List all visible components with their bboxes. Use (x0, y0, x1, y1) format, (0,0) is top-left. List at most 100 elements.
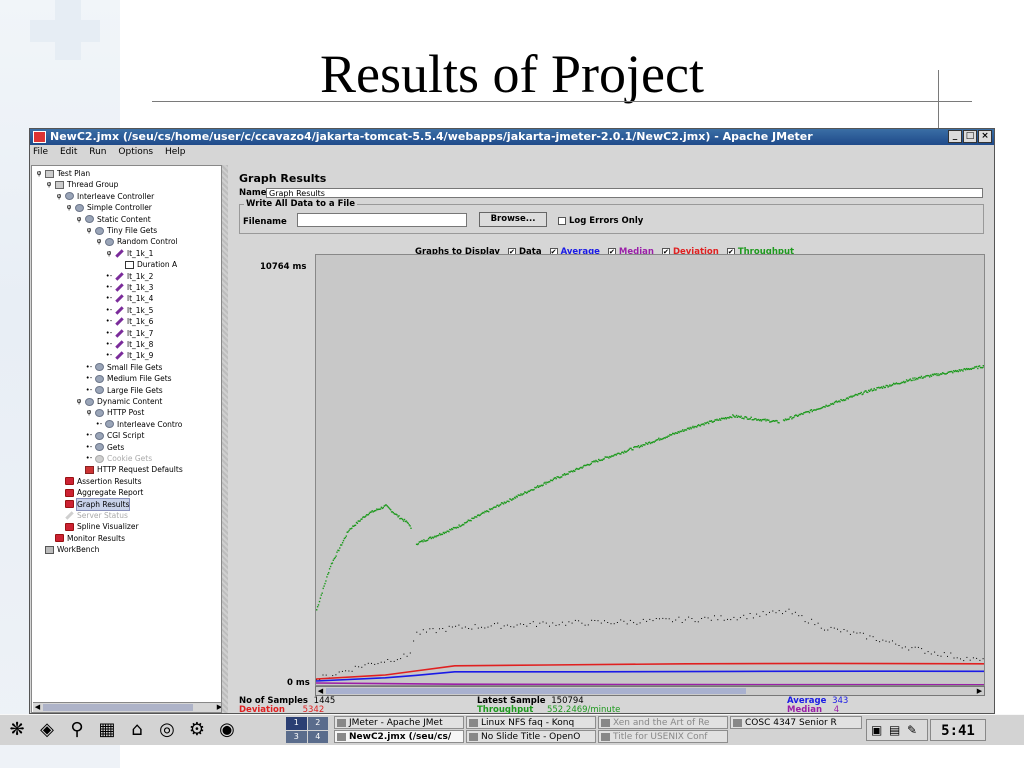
log-errors-checkbox[interactable] (558, 217, 566, 225)
tree-scroll-thumb[interactable] (43, 704, 193, 711)
tree-node[interactable]: φ Tiny File Gets (85, 225, 158, 236)
expand-toggle-icon[interactable]: φ (85, 225, 93, 236)
pager-desktop-4[interactable]: 4 (307, 730, 328, 743)
tree-node[interactable]: •- Gets (85, 442, 125, 453)
tree-node[interactable]: •- lt_1k_6 (105, 316, 154, 327)
search-icon[interactable]: ⚲ (66, 719, 88, 741)
expand-toggle-icon[interactable]: •- (85, 373, 93, 384)
expand-toggle-icon[interactable]: φ (65, 202, 73, 213)
close-button[interactable]: × (978, 130, 992, 143)
graph-scroll-thumb[interactable] (326, 688, 746, 694)
expand-toggle-icon[interactable]: φ (85, 407, 93, 418)
tree-node[interactable]: •- lt_1k_7 (105, 328, 154, 339)
expand-toggle-icon[interactable]: φ (45, 179, 53, 190)
tree-node[interactable]: •- lt_1k_9 (105, 350, 154, 361)
expand-toggle-icon[interactable]: •- (105, 339, 113, 350)
kde-menu-icon[interactable]: ❋ (6, 719, 28, 741)
expand-toggle-icon[interactable]: •- (85, 430, 93, 441)
expand-toggle-icon[interactable]: •- (105, 316, 113, 327)
tree-node[interactable]: Aggregate Report (55, 487, 143, 498)
expand-toggle-icon[interactable]: •- (105, 328, 113, 339)
menu-run[interactable]: Run (89, 147, 106, 157)
pane-splitter[interactable] (222, 165, 228, 713)
menu-edit[interactable]: Edit (60, 147, 77, 157)
tray-clipboard-icon[interactable]: ▣ (871, 723, 882, 737)
file-manager-icon[interactable]: ▦ (96, 719, 118, 741)
tray-pencil-icon[interactable]: ✎ (907, 723, 917, 737)
menu-file[interactable]: File (33, 147, 48, 157)
maximize-button[interactable]: □ (963, 130, 977, 143)
tree-node[interactable]: HTTP Request Defaults (75, 464, 183, 475)
taskbar-window-button[interactable]: Linux NFS faq - Konq (466, 716, 596, 729)
expand-toggle-icon[interactable]: •- (105, 293, 113, 304)
tree-node[interactable]: φ Dynamic Content (75, 396, 163, 407)
expand-toggle-icon[interactable]: φ (35, 168, 43, 179)
scroll-right-icon[interactable]: ▶ (975, 687, 984, 695)
desktop-icon[interactable]: ◈ (36, 719, 58, 741)
tree-node[interactable]: •- lt_1k_4 (105, 293, 154, 304)
konqueror-icon[interactable]: ⚙ (186, 719, 208, 741)
tree-node[interactable]: WorkBench (35, 544, 99, 555)
taskbar-window-button[interactable]: NewC2.jmx (/seu/cs/ (334, 730, 464, 743)
tree-node[interactable]: Graph Results (55, 497, 131, 511)
pager-desktop-2[interactable]: 2 (307, 717, 328, 730)
expand-toggle-icon[interactable]: •- (85, 453, 93, 464)
tree-node[interactable]: φ Interleave Controller (55, 191, 155, 202)
expand-toggle-icon[interactable]: •- (105, 271, 113, 282)
window-titlebar[interactable]: NewC2.jmx (/seu/cs/home/user/c/ccavazo4/… (30, 129, 994, 145)
taskbar-window-button[interactable]: COSC 4347 Senior R (730, 716, 862, 729)
tree-node[interactable]: •- Interleave Contro (95, 419, 183, 430)
tree-node[interactable]: •- Large File Gets (85, 385, 163, 396)
expand-toggle-icon[interactable]: •- (85, 442, 93, 453)
taskbar-window-button[interactable]: Xen and the Art of Re (598, 716, 728, 729)
filename-input[interactable] (297, 213, 467, 227)
tree-node[interactable]: φ Static Content (75, 214, 151, 225)
taskbar-clock[interactable]: 5:41 (930, 719, 986, 741)
taskbar-window-button[interactable]: JMeter - Apache JMet (334, 716, 464, 729)
log-errors-only-option[interactable]: Log Errors Only (558, 216, 643, 226)
name-input[interactable]: Graph Results (266, 188, 983, 198)
tree-node[interactable]: Server Status (55, 510, 128, 521)
tree-node[interactable]: •- Cookie Gets (85, 453, 152, 464)
expand-toggle-icon[interactable]: •- (105, 282, 113, 293)
expand-toggle-icon[interactable]: φ (95, 236, 103, 247)
tree-node[interactable]: •- lt_1k_5 (105, 305, 154, 316)
taskbar-window-button[interactable]: No Slide Title - OpenO (466, 730, 596, 743)
tree-node[interactable]: •- CGI Script (85, 430, 145, 441)
home-folder-icon[interactable]: ⌂ (126, 719, 148, 741)
tree-node[interactable]: Monitor Results (45, 533, 125, 544)
menu-help[interactable]: Help (165, 147, 186, 157)
tree-node[interactable]: Duration A (115, 259, 177, 270)
scroll-right-icon[interactable]: ▶ (215, 703, 221, 712)
tray-monitor-icon[interactable]: ▤ (889, 723, 900, 737)
tree-horizontal-scrollbar[interactable]: ◀ ▶ (33, 702, 221, 712)
expand-toggle-icon[interactable]: φ (75, 396, 83, 407)
scroll-left-icon[interactable]: ◀ (33, 703, 42, 712)
tree-node[interactable]: φ Test Plan (35, 168, 90, 179)
taskbar-window-button[interactable]: Title for USENIX Conf (598, 730, 728, 743)
browse-button[interactable]: Browse... (479, 212, 547, 227)
expand-toggle-icon[interactable]: •- (105, 305, 113, 316)
tree-node[interactable]: •- lt_1k_2 (105, 271, 154, 282)
tree-node[interactable]: •- Small File Gets (85, 362, 163, 373)
expand-toggle-icon[interactable]: •- (95, 419, 103, 430)
pager-desktop-3[interactable]: 3 (286, 730, 307, 743)
tree-node[interactable]: •- Medium File Gets (85, 373, 172, 384)
expand-toggle-icon[interactable]: φ (105, 248, 113, 259)
minimize-button[interactable]: _ (948, 130, 962, 143)
scroll-left-icon[interactable]: ◀ (316, 687, 325, 695)
tree-node[interactable]: φ Simple Controller (65, 202, 152, 213)
tree-node[interactable]: φ HTTP Post (85, 407, 145, 418)
expand-toggle-icon[interactable]: φ (55, 191, 63, 202)
browser-icon[interactable]: ◎ (156, 719, 178, 741)
tree-node[interactable]: •- lt_1k_3 (105, 282, 154, 293)
help-lifebuoy-icon[interactable]: ◉ (216, 719, 238, 741)
tree-node[interactable]: Assertion Results (55, 476, 141, 487)
expand-toggle-icon[interactable]: φ (75, 214, 83, 225)
tree-node[interactable]: φ lt_1k_1 (105, 248, 154, 259)
expand-toggle-icon[interactable]: •- (105, 350, 113, 361)
menu-options[interactable]: Options (118, 147, 153, 157)
tree-node[interactable]: φ Random Control (95, 236, 178, 247)
tree-node[interactable]: φ Thread Group (45, 179, 119, 190)
tree-node[interactable]: Spline Visualizer (55, 521, 139, 532)
